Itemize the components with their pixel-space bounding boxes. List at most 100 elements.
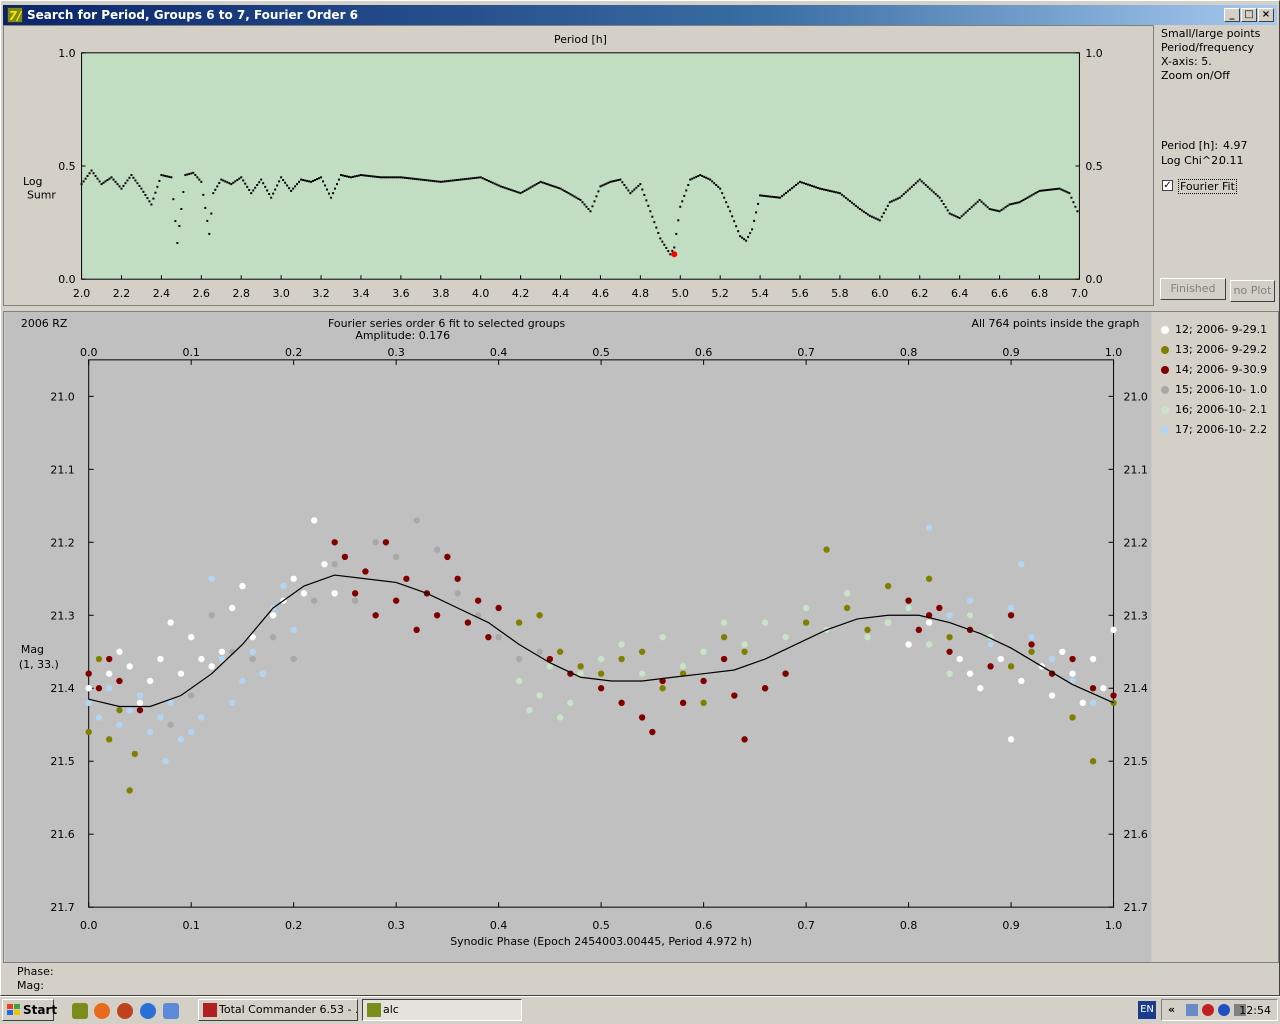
periodogram-point [882,212,885,215]
periodogram-xtick-label: 4.2 [512,287,529,300]
period-frequency-toggle[interactable]: Period/frequency [1161,41,1254,54]
data-point [741,648,748,655]
data-point [116,677,123,685]
network-tray-icon[interactable] [1186,1004,1198,1016]
phase-xtick-label: 0.3 [387,919,404,932]
x-axis-setting[interactable]: X-axis: 5. [1161,55,1212,68]
no-plot-button[interactable]: no Plot [1230,280,1275,302]
browser-icon[interactable] [117,1003,133,1019]
phase-ytick-label-right: 21.5 [1124,755,1148,768]
periodogram-xtick-label: 2.0 [73,287,90,300]
zoom-toggle[interactable]: Zoom on/Off [1161,69,1230,82]
data-point [905,641,912,648]
close-button[interactable]: × [1258,8,1274,22]
phase-ytick-label: 21.4 [50,682,74,695]
periodogram-point [1076,210,1079,213]
taskbar-button-total-commander[interactable]: Total Commander 6.53 - ... [198,999,358,1021]
show-desktop-icon[interactable] [163,1003,179,1019]
title-bar[interactable]: 7/ Search for Period, Groups 6 to 7, Fou… [3,5,1277,25]
data-point [495,604,502,612]
start-button[interactable]: Start [2,999,57,1021]
bluetooth-tray-icon[interactable] [1218,1004,1230,1016]
legend-marker [1161,386,1169,394]
periodogram-point [387,176,390,179]
periodogram-point [535,183,538,186]
periodogram-point [467,177,470,180]
periodogram-point [144,193,147,196]
fourier-fit-checkbox[interactable]: ✓ [1162,180,1173,191]
periodogram-point [369,175,372,178]
periodogram-point [761,194,764,197]
data-point [239,582,246,590]
periodogram-point [647,204,650,207]
periodogram-point [1008,203,1011,206]
data-point [1089,699,1097,707]
periodogram-point [575,196,578,199]
phase-lightcurve-chart[interactable]: 2006 RZ Fourier series order 6 fit to sel… [3,311,1279,963]
periodogram-point [126,179,129,182]
periodogram-point [751,228,754,231]
minimize-button[interactable]: _ [1224,8,1240,22]
periodogram-plot-area [81,52,1080,280]
data-point [618,641,625,648]
periodogram-point [749,232,752,235]
periodogram-point [886,204,889,207]
periodogram-point [705,176,708,179]
data-point [187,728,195,736]
data-point [362,568,369,575]
antivirus-tray-icon[interactable] [1202,1004,1214,1016]
language-indicator[interactable]: EN [1138,1001,1156,1019]
periodogram-point [737,230,740,233]
system-tray: « 12:54 [1161,999,1278,1021]
data-point [1018,677,1025,685]
periodogram-point [433,180,436,183]
periodogram-point [1074,205,1077,208]
tray-expand-icon[interactable]: « [1168,1003,1175,1016]
periodogram-point [673,246,676,249]
data-point [177,736,185,743]
periodogram-point [587,208,590,211]
periodogram-point [186,173,189,176]
periodogram-point [449,179,452,182]
internet-explorer-icon[interactable] [140,1003,156,1019]
periodogram-point [417,178,420,181]
phase-ytick-label-right: 21.6 [1124,828,1148,841]
maximize-button[interactable]: □ [1241,8,1257,22]
periodogram-point [258,181,261,184]
periodogram-point [569,193,572,196]
periodogram-point [349,176,352,179]
small-large-points-toggle[interactable]: Small/large points [1161,27,1260,40]
fourier-fit-label[interactable]: Fourier Fit [1178,179,1237,194]
data-point [474,597,482,604]
app-quicklaunch-icon[interactable] [72,1003,88,1019]
periodogram-point [659,237,662,240]
taskbar-button-alc[interactable]: alc [362,999,522,1021]
data-point [147,677,154,685]
periodogram-point [1006,204,1009,207]
periodogram-point [591,205,594,208]
phase-xtick-label: 0.8 [900,919,917,932]
periodogram-chart[interactable]: Period [h] LogSumr 2.0 2.2 2.4 2.6 2.8 3.0 3.2 3.… [3,25,1154,306]
firefox-icon[interactable] [94,1003,110,1019]
periodogram-point [970,206,973,209]
data-point [864,633,871,641]
periodogram-point [248,188,251,191]
periodogram-point [990,208,993,211]
periodogram-point [118,185,121,188]
periodogram-point [918,178,921,181]
periodogram-point [166,175,169,178]
periodogram-point [148,200,151,203]
periodogram-point [1042,189,1045,192]
periodogram-point [180,208,183,211]
periodogram-point [264,185,267,188]
periodogram-point [290,189,293,192]
finished-button[interactable]: Finished [1160,278,1226,300]
periodogram-point [140,187,143,190]
periodogram-point [419,178,422,181]
periodogram-point [178,224,181,227]
periodogram-point [481,177,484,180]
periodogram-point [910,185,913,188]
periodogram-point [485,179,488,182]
periodogram-point [810,184,813,187]
periodogram-point [1052,188,1055,191]
